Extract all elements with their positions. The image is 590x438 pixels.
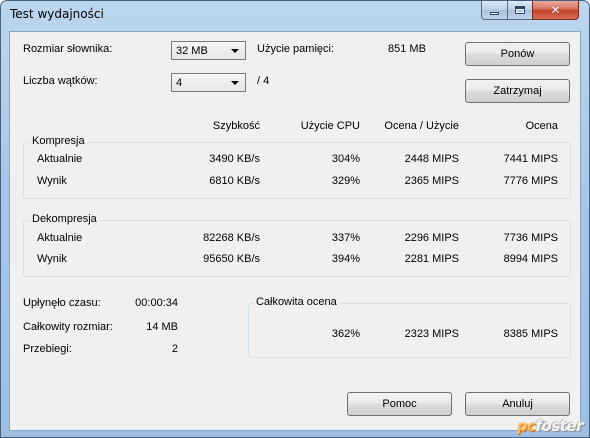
- compression-result-speed: 6810 KB/s: [209, 175, 260, 187]
- decompression-group-label: Dekompresja: [30, 213, 99, 225]
- memory-usage-value: 851 MB: [388, 43, 426, 55]
- maximize-icon: [515, 6, 525, 14]
- thread-count-label: Liczba wątków:: [23, 75, 98, 87]
- total-rating: 8385 MIPS: [503, 328, 558, 340]
- maximize-button[interactable]: [507, 1, 533, 20]
- help-button[interactable]: Pomoc: [347, 392, 452, 416]
- compression-current-cpu: 304%: [331, 153, 360, 165]
- dictionary-size-select[interactable]: 32 MB: [171, 41, 246, 60]
- chevron-down-icon: [231, 81, 239, 85]
- memory-usage-label: Użycie pamięci:: [257, 43, 335, 55]
- cancel-button[interactable]: Anuluj: [465, 392, 570, 416]
- window-title: Test wydajności: [10, 7, 104, 21]
- restart-button[interactable]: Ponów: [465, 42, 570, 66]
- compression-current-label: Aktualnie: [37, 153, 83, 165]
- elapsed-time-value: 00:00:34: [135, 297, 178, 309]
- column-header-cpu: Użycie CPU: [300, 120, 360, 132]
- minimize-button[interactable]: [481, 1, 508, 20]
- close-icon: ✕: [550, 3, 561, 17]
- passes-value: 2: [171, 343, 178, 355]
- compression-current-rating-usage: 2448 MIPS: [404, 153, 459, 165]
- total-size-label: Całkowity rozmiar:: [23, 321, 113, 333]
- minimize-icon: [490, 11, 499, 15]
- chevron-down-icon: [231, 49, 239, 53]
- compression-group-label: Kompresja: [30, 135, 87, 147]
- thread-count-select[interactable]: 4: [171, 73, 246, 92]
- decompression-group: [23, 220, 571, 277]
- decompression-current-cpu: 337%: [331, 232, 360, 244]
- decompression-result-cpu: 394%: [331, 253, 360, 265]
- column-header-rating: Ocena: [525, 120, 558, 132]
- total-rating-usage: 2323 MIPS: [404, 328, 459, 340]
- decompression-result-rating: 8994 MIPS: [503, 253, 558, 265]
- passes-label: Przebiegi:: [23, 343, 72, 355]
- total-rating-group-label: Całkowita ocena: [254, 296, 339, 308]
- decompression-current-speed: 82268 KB/s: [203, 232, 260, 244]
- thread-count-value: 4: [176, 76, 183, 89]
- decompression-current-rating-usage: 2296 MIPS: [404, 232, 459, 244]
- close-button[interactable]: ✕: [532, 1, 579, 20]
- decompression-result-label: Wynik: [37, 253, 67, 265]
- compression-result-label: Wynik: [37, 175, 67, 187]
- decompression-result-speed: 95650 KB/s: [203, 253, 260, 265]
- compression-result-cpu: 329%: [331, 175, 360, 187]
- column-header-speed: Szybkość: [212, 120, 260, 132]
- elapsed-time-label: Upłynęło czasu:: [23, 297, 101, 309]
- title-bar[interactable]: Test wydajności ✕: [1, 1, 589, 29]
- dialog-client-area: Rozmiar słownika: 32 MB Użycie pamięci: …: [9, 31, 581, 431]
- compression-current-rating: 7441 MIPS: [503, 153, 558, 165]
- decompression-current-label: Aktualnie: [37, 232, 83, 244]
- compression-result-rating: 7776 MIPS: [503, 175, 558, 187]
- decompression-current-rating: 7736 MIPS: [503, 232, 558, 244]
- dictionary-size-label: Rozmiar słownika:: [23, 43, 113, 55]
- total-cpu: 362%: [331, 328, 360, 340]
- column-header-rating-usage: Ocena / Użycie: [384, 120, 459, 132]
- stop-button[interactable]: Zatrzymaj: [465, 79, 570, 103]
- decompression-result-rating-usage: 2281 MIPS: [404, 253, 459, 265]
- dictionary-size-value: 32 MB: [176, 44, 208, 57]
- benchmark-window: Test wydajności ✕ Rozmiar słownika: 32 M…: [0, 0, 590, 438]
- compression-result-rating-usage: 2365 MIPS: [404, 175, 459, 187]
- watermark-logo: pcfoster: [516, 417, 584, 435]
- compression-current-speed: 3490 KB/s: [209, 153, 260, 165]
- total-size-value: 14 MB: [146, 321, 178, 333]
- thread-count-max: / 4: [257, 75, 270, 87]
- compression-group: [23, 142, 571, 199]
